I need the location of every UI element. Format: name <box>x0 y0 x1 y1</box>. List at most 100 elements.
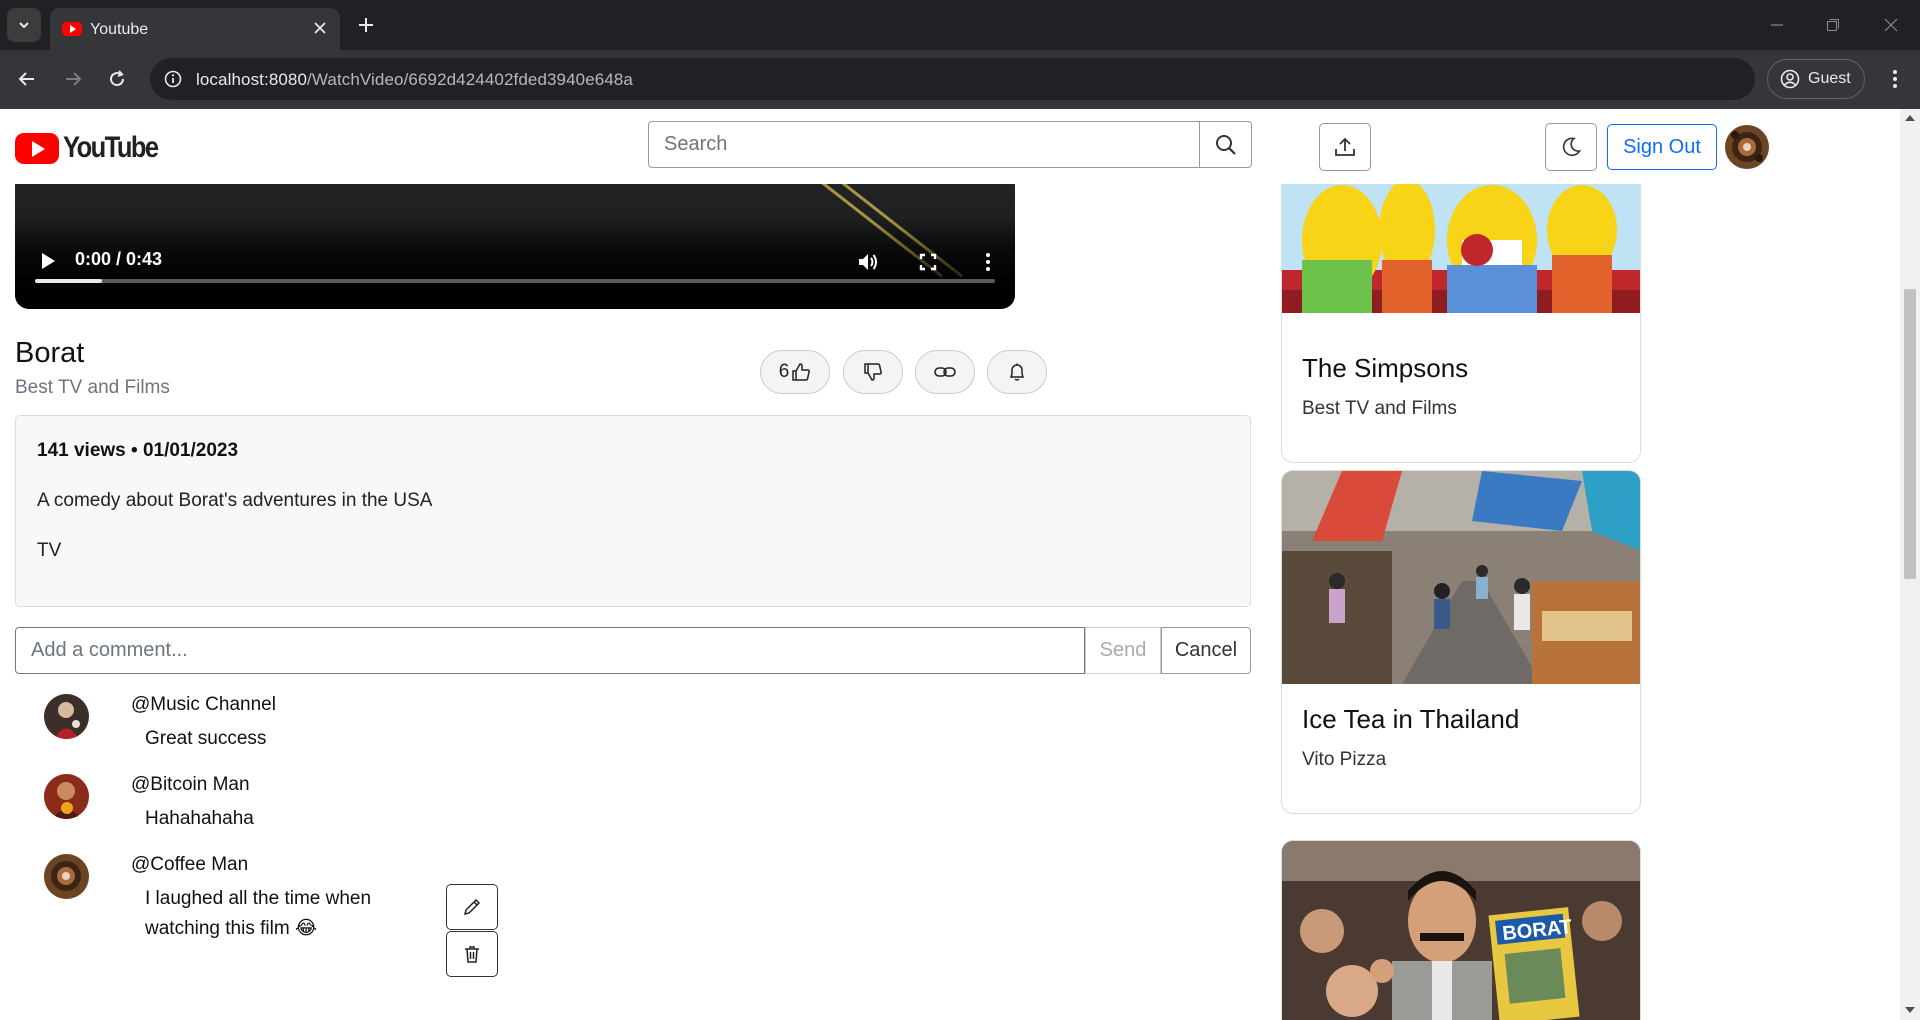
browser-menu-button[interactable] <box>1880 64 1910 94</box>
page-scrollbar[interactable] <box>1900 109 1920 1020</box>
play-icon <box>42 253 55 269</box>
more-vertical-icon <box>1893 70 1897 88</box>
thumbs-up-icon <box>792 363 811 381</box>
tab-title: Youtube <box>90 21 149 38</box>
user-avatar[interactable] <box>1725 125 1769 169</box>
upload-button[interactable] <box>1319 123 1371 171</box>
guest-profile-button[interactable]: Guest <box>1767 59 1865 99</box>
profile-icon <box>1780 69 1800 89</box>
comment-input[interactable] <box>15 627 1085 674</box>
video-progress-fill <box>35 279 103 283</box>
address-bar[interactable]: localhost:8080/WatchVideo/6692d424402fde… <box>150 58 1755 100</box>
url-text: localhost:8080/WatchVideo/6692d424402fde… <box>196 70 633 90</box>
upload-icon <box>1335 137 1355 156</box>
comment-text: Great success <box>145 728 267 749</box>
video-thumbnail: BORAT <box>1282 841 1640 1020</box>
send-comment-button[interactable]: Send <box>1085 627 1161 674</box>
volume-button[interactable] <box>855 249 881 275</box>
chevron-down-icon <box>19 22 29 29</box>
sign-out-button[interactable]: Sign Out <box>1607 124 1717 170</box>
link-icon <box>934 367 956 377</box>
site-navbar: YouTube Sign Out <box>0 109 1900 184</box>
category-tag: TV <box>37 540 62 561</box>
comment-text: I laughed all the time when watching thi… <box>145 888 372 939</box>
card-channel: Vito Pizza <box>1302 749 1387 770</box>
subscribe-bell-button[interactable] <box>987 350 1047 394</box>
search-input[interactable] <box>648 121 1200 168</box>
browser-tabstrip: Youtube <box>0 0 1920 50</box>
pencil-icon <box>463 898 481 916</box>
commenter-avatar[interactable] <box>44 694 89 739</box>
like-count: 6 <box>778 361 790 382</box>
close-window-button[interactable] <box>1876 10 1906 40</box>
comment-username[interactable]: @Bitcoin Man <box>131 774 250 796</box>
search-icon <box>1215 134 1236 155</box>
search-bar <box>648 121 1252 168</box>
card-title: Ice Tea in Thailand <box>1302 704 1520 734</box>
views-and-date: 141 views • 01/01/2023 <box>37 440 239 461</box>
like-button[interactable]: 6 <box>760 350 830 394</box>
more-vertical-icon <box>986 253 990 271</box>
youtube-favicon-icon <box>62 22 82 36</box>
comment-text: Hahahahaha <box>145 808 254 829</box>
cancel-comment-button[interactable]: Cancel <box>1161 627 1251 674</box>
restore-button[interactable] <box>1818 10 1848 40</box>
youtube-logo-icon <box>15 132 59 164</box>
url-path: /WatchVideo/6692d424402fded3940e648a <box>307 70 633 89</box>
share-link-button[interactable] <box>915 350 975 394</box>
comment-username[interactable]: @Coffee Man <box>131 854 248 876</box>
browser-toolbar: localhost:8080/WatchVideo/6692d424402fde… <box>0 50 1920 109</box>
fullscreen-button[interactable] <box>915 249 941 275</box>
youtube-logo[interactable]: YouTube <box>15 131 174 165</box>
recommended-video-card[interactable]: Ice Tea in Thailand Vito Pizza <box>1281 470 1641 814</box>
reload-icon <box>110 70 125 87</box>
back-button[interactable] <box>12 64 42 94</box>
description-text: A comedy about Borat's adventures in the… <box>37 490 433 511</box>
restore-icon <box>1827 19 1839 31</box>
dark-mode-toggle[interactable] <box>1545 123 1597 171</box>
search-button[interactable] <box>1200 121 1252 168</box>
edit-comment-button[interactable] <box>446 884 498 930</box>
trash-icon <box>465 946 479 963</box>
delete-comment-button[interactable] <box>446 931 498 977</box>
forward-button[interactable] <box>58 64 88 94</box>
video-time: 0:00 / 0:43 <box>75 249 163 269</box>
video-title: Borat <box>15 337 85 369</box>
arrow-right-icon <box>66 72 82 86</box>
browser-tab[interactable]: Youtube <box>50 8 340 50</box>
player-more-button[interactable] <box>975 249 1001 275</box>
commenter-avatar[interactable] <box>44 854 89 899</box>
logo-text: YouTube <box>63 131 159 164</box>
commenter-avatar[interactable] <box>44 774 89 819</box>
scroll-down-arrow-icon[interactable] <box>1905 1007 1915 1013</box>
tab-close-icon[interactable] <box>308 16 332 40</box>
recommended-video-card[interactable]: BORAT <box>1281 840 1641 1020</box>
video-thumbnail <box>1282 471 1640 684</box>
play-button[interactable] <box>37 250 59 272</box>
video-channel[interactable]: Best TV and Films <box>15 377 170 399</box>
bell-icon <box>1009 363 1025 381</box>
comment-username[interactable]: @Music Channel <box>131 694 276 716</box>
video-description-box: 141 views • 01/01/2023 A comedy about Bo… <box>15 415 1251 607</box>
card-title: The Simpsons <box>1302 353 1469 383</box>
dislike-button[interactable] <box>843 350 903 394</box>
close-icon <box>1884 18 1898 32</box>
scroll-up-arrow-icon[interactable] <box>1905 115 1915 121</box>
scrollbar-thumb[interactable] <box>1904 289 1916 579</box>
thumbs-down-icon <box>864 363 882 381</box>
video-progress-bar[interactable] <box>35 279 995 283</box>
plus-icon <box>359 18 373 32</box>
url-host: localhost:8080 <box>196 70 308 89</box>
new-tab-button[interactable] <box>352 11 380 39</box>
reload-button[interactable] <box>102 64 132 94</box>
tab-search-button[interactable] <box>7 8 41 42</box>
site-info-icon[interactable] <box>162 68 184 90</box>
volume-icon <box>859 254 877 270</box>
minimize-button[interactable] <box>1762 10 1792 40</box>
page-viewport: 0:00 / 0:43 YouTube Search Sign Out Bora… <box>0 109 1900 1020</box>
fullscreen-icon <box>919 253 937 271</box>
guest-label: Guest <box>1808 70 1851 87</box>
moon-icon <box>1562 137 1582 157</box>
minimize-icon <box>1771 24 1783 26</box>
arrow-left-icon <box>18 72 34 86</box>
